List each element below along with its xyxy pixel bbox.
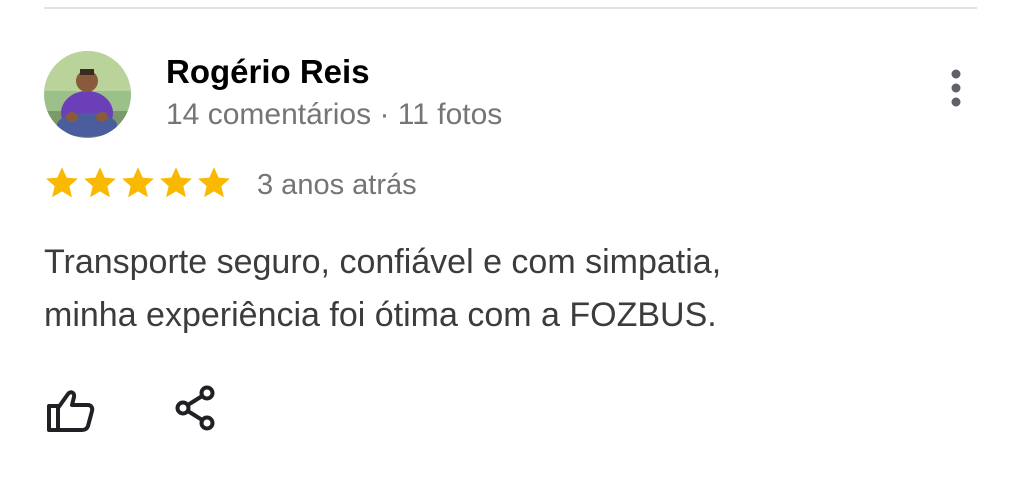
review-time: 3 anos atrás xyxy=(257,169,417,201)
review-text-line: minha experiência foi ótima com a FOZBUS… xyxy=(44,296,717,334)
star-icon xyxy=(198,167,230,198)
thumbs-up-icon xyxy=(47,390,95,432)
top-divider xyxy=(44,7,977,9)
star-icon xyxy=(122,167,154,198)
share-icon xyxy=(175,385,215,431)
star-icon xyxy=(46,167,78,198)
star-icon xyxy=(84,167,116,198)
star-rating xyxy=(44,165,234,205)
reviewer-meta: 14 comentários · 11 fotos xyxy=(166,98,503,131)
review-text: Transporte seguro, confiável e com simpa… xyxy=(44,236,944,342)
avatar-image xyxy=(44,51,131,138)
more-options-button[interactable] xyxy=(936,66,976,112)
like-button[interactable] xyxy=(44,386,98,436)
share-button[interactable] xyxy=(172,383,220,433)
review-text-line: Transporte seguro, confiável e com simpa… xyxy=(44,243,722,281)
more-vertical-icon xyxy=(951,69,961,107)
reviewer-name[interactable]: Rogério Reis xyxy=(166,53,370,91)
star-icon xyxy=(160,167,192,198)
reviewer-avatar[interactable] xyxy=(44,51,131,138)
